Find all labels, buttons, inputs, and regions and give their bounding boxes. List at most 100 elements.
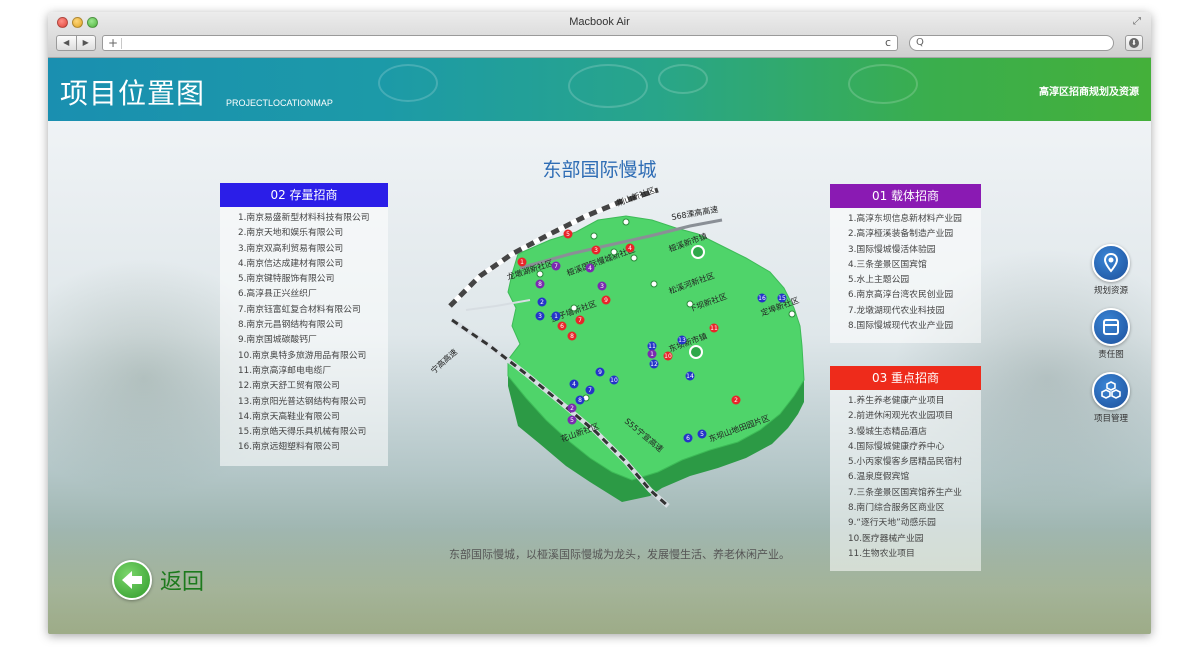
key-list-item[interactable]: 1.养生养老健康产业项目: [848, 394, 981, 409]
reload-icon[interactable]: c: [885, 36, 891, 50]
community-dot: [570, 304, 578, 312]
key-list-item[interactable]: 3.慢城生态精品酒店: [848, 425, 981, 440]
carrier-list-item[interactable]: 3.国际慢城慢活体验园: [848, 243, 981, 258]
storage-list-item[interactable]: 15.南京皓天得乐具机械有限公司: [238, 425, 388, 440]
storage-list-item[interactable]: 3.南京双高利贸易有限公司: [238, 242, 388, 257]
carrier-project-list: 1.高淳东坝信息新材料产业园 2.高淳桠溪装备制造产业园 3.国际慢城慢活体验园…: [830, 208, 981, 334]
key-list-item[interactable]: 6.温泉度假宾馆: [848, 470, 981, 485]
marker-number: 5: [566, 231, 570, 238]
cloud-decoration: [658, 64, 708, 94]
storage-list-item[interactable]: 6.高淳县正兴丝织厂: [238, 287, 388, 302]
page-title: 项目位置图: [60, 77, 206, 110]
marker-number: 8: [578, 397, 582, 404]
cubes-icon[interactable]: [1092, 372, 1130, 410]
project-management-button[interactable]: 项目管理: [1088, 372, 1134, 424]
town-marker[interactable]: [689, 345, 703, 359]
key-list-item[interactable]: 10.医疗器械产业园: [848, 532, 981, 547]
map-caption: 东部国际慢城，以桠溪国际慢城为龙头，发展慢生活、养老休闲产业。: [449, 548, 790, 561]
responsibility-map-button[interactable]: 责任图: [1088, 308, 1134, 360]
storage-list-item[interactable]: 2.南京天地和娱乐有限公司: [238, 226, 388, 241]
community-dot: [622, 218, 630, 226]
marker-number: 5: [570, 417, 574, 424]
storage-list-item[interactable]: 5.南京键特服饰有限公司: [238, 272, 388, 287]
page-subtitle: PROJECTLOCATIONMAP: [226, 98, 333, 108]
carrier-list-item[interactable]: 4.三条垄景区国宾馆: [848, 258, 981, 273]
storage-list-item[interactable]: 14.南京天高鞋业有限公司: [238, 410, 388, 425]
storage-investment-panel: 02 存量招商 1.南京易盛新型材料科技有限公司 2.南京天地和娱乐有限公司 3…: [220, 183, 388, 466]
marker-number: 8: [538, 281, 542, 288]
district-title: 高淳区招商规划及资源: [1039, 87, 1139, 98]
browser-titlebar: Macbook Air ⤢ ◀ ▶ + c Q ⬇: [48, 12, 1151, 58]
marker-number: 11: [648, 343, 656, 350]
back-arrow-icon[interactable]: [112, 560, 152, 600]
download-icon: ⬇: [1129, 38, 1139, 48]
marker-number: 4: [588, 265, 592, 272]
community-dot: [630, 254, 638, 262]
plus-icon[interactable]: +: [108, 36, 118, 50]
browser-window: Macbook Air ⤢ ◀ ▶ + c Q ⬇ 项目位置图 PROJECTL…: [48, 12, 1151, 634]
marker-number: 4: [628, 245, 632, 252]
back-label[interactable]: 返回: [160, 564, 204, 596]
storage-list-item[interactable]: 8.南京元昌钢结构有限公司: [238, 318, 388, 333]
marker-number: 4: [572, 381, 576, 388]
marker-number: 3: [594, 247, 598, 254]
road-label: S68溧高高速: [671, 204, 719, 222]
side-button-label: 项目管理: [1093, 414, 1128, 424]
carrier-list-item[interactable]: 7.龙墩湖现代农业科技园: [848, 304, 981, 319]
key-list-item[interactable]: 5.小丙家慢客乡居精品民宿村: [848, 455, 981, 470]
marker-number: 2: [540, 299, 544, 306]
address-divider: [121, 38, 122, 49]
marker-number: 2: [570, 405, 574, 412]
window-title: Macbook Air: [569, 16, 630, 28]
carrier-list-item[interactable]: 2.高淳桠溪装备制造产业园: [848, 227, 981, 242]
storage-list-item[interactable]: 10.南京奥特多旅游用品有限公司: [238, 349, 388, 364]
key-project-list: 1.养生养老健康产业项目 2.前进休闲观光农业园项目 3.慢城生态精品酒店 4.…: [830, 390, 981, 562]
marker-number: 10: [610, 377, 618, 384]
side-button-label: 责任图: [1098, 350, 1124, 360]
storage-list-item[interactable]: 12.南京天舒工贸有限公司: [238, 379, 388, 394]
forward-nav-button[interactable]: ▶: [75, 36, 96, 50]
document-icon[interactable]: [1092, 308, 1130, 346]
road-label: 宁高高速: [429, 347, 459, 376]
side-button-label: 规划资源: [1093, 286, 1128, 296]
key-list-item[interactable]: 9.“逐行天地”动感乐园: [848, 516, 981, 531]
back-button[interactable]: 返回: [112, 560, 204, 600]
storage-list-item[interactable]: 16.南京远翅塑料有限公司: [238, 440, 388, 455]
storage-list-item[interactable]: 9.南京国城碳酸钙厂: [238, 333, 388, 348]
key-list-item[interactable]: 7.三条垄景区国宾馆养生产业: [848, 486, 981, 501]
storage-list-item[interactable]: 7.南京钰富虹复合材料有限公司: [238, 303, 388, 318]
marker-number: 1: [650, 351, 654, 358]
marker-number: 7: [578, 317, 582, 324]
key-list-item[interactable]: 8.南门综合服务区商业区: [848, 501, 981, 516]
community-dot: [788, 310, 796, 318]
marker-number: 13: [678, 337, 686, 344]
back-nav-button[interactable]: ◀: [57, 36, 76, 50]
storage-list-item[interactable]: 1.南京易盛新型材料科技有限公司: [238, 211, 388, 226]
key-list-item[interactable]: 4.国际慢城健康疗养中心: [848, 440, 981, 455]
storage-list-item[interactable]: 4.南京信达成建材有限公司: [238, 257, 388, 272]
cloud-decoration: [848, 64, 918, 104]
address-bar[interactable]: + c: [102, 35, 898, 51]
marker-number: 10: [664, 353, 672, 360]
background-reeds: [48, 524, 1151, 634]
planning-resources-button[interactable]: 规划资源: [1088, 244, 1134, 296]
search-field[interactable]: Q: [909, 35, 1114, 51]
key-panel-header: 03 重点招商: [830, 366, 981, 390]
marker-number: 11: [710, 325, 718, 332]
key-list-item[interactable]: 2.前进休闲观光农业园项目: [848, 409, 981, 424]
fullscreen-icon[interactable]: ⤢: [1133, 17, 1143, 27]
location-map[interactable]: S68溧高高速 宁高高速 S55宁宣高速 荆山新社区 龙墩湖新社区 桠溪国际慢城…: [400, 176, 820, 516]
carrier-list-item[interactable]: 1.高淳东坝信息新材料产业园: [848, 212, 981, 227]
carrier-list-item[interactable]: 5.水上主题公园: [848, 273, 981, 288]
storage-list-item[interactable]: 11.南京高淳邮电电缆厂: [238, 364, 388, 379]
marker-number: 5: [700, 431, 704, 438]
carrier-list-item[interactable]: 6.南京高淳台湾农民创业园: [848, 288, 981, 303]
map-pin-icon[interactable]: [1092, 244, 1130, 282]
downloads-button[interactable]: ⬇: [1125, 35, 1143, 51]
storage-list-item[interactable]: 13.南京阳光普达钢结构有限公司: [238, 395, 388, 410]
town-marker[interactable]: [691, 245, 705, 259]
marker-number: 6: [686, 435, 690, 442]
marker-number: 9: [604, 297, 608, 304]
community-dot: [610, 248, 618, 256]
carrier-list-item[interactable]: 8.国际慢城现代农业产业园: [848, 319, 981, 334]
